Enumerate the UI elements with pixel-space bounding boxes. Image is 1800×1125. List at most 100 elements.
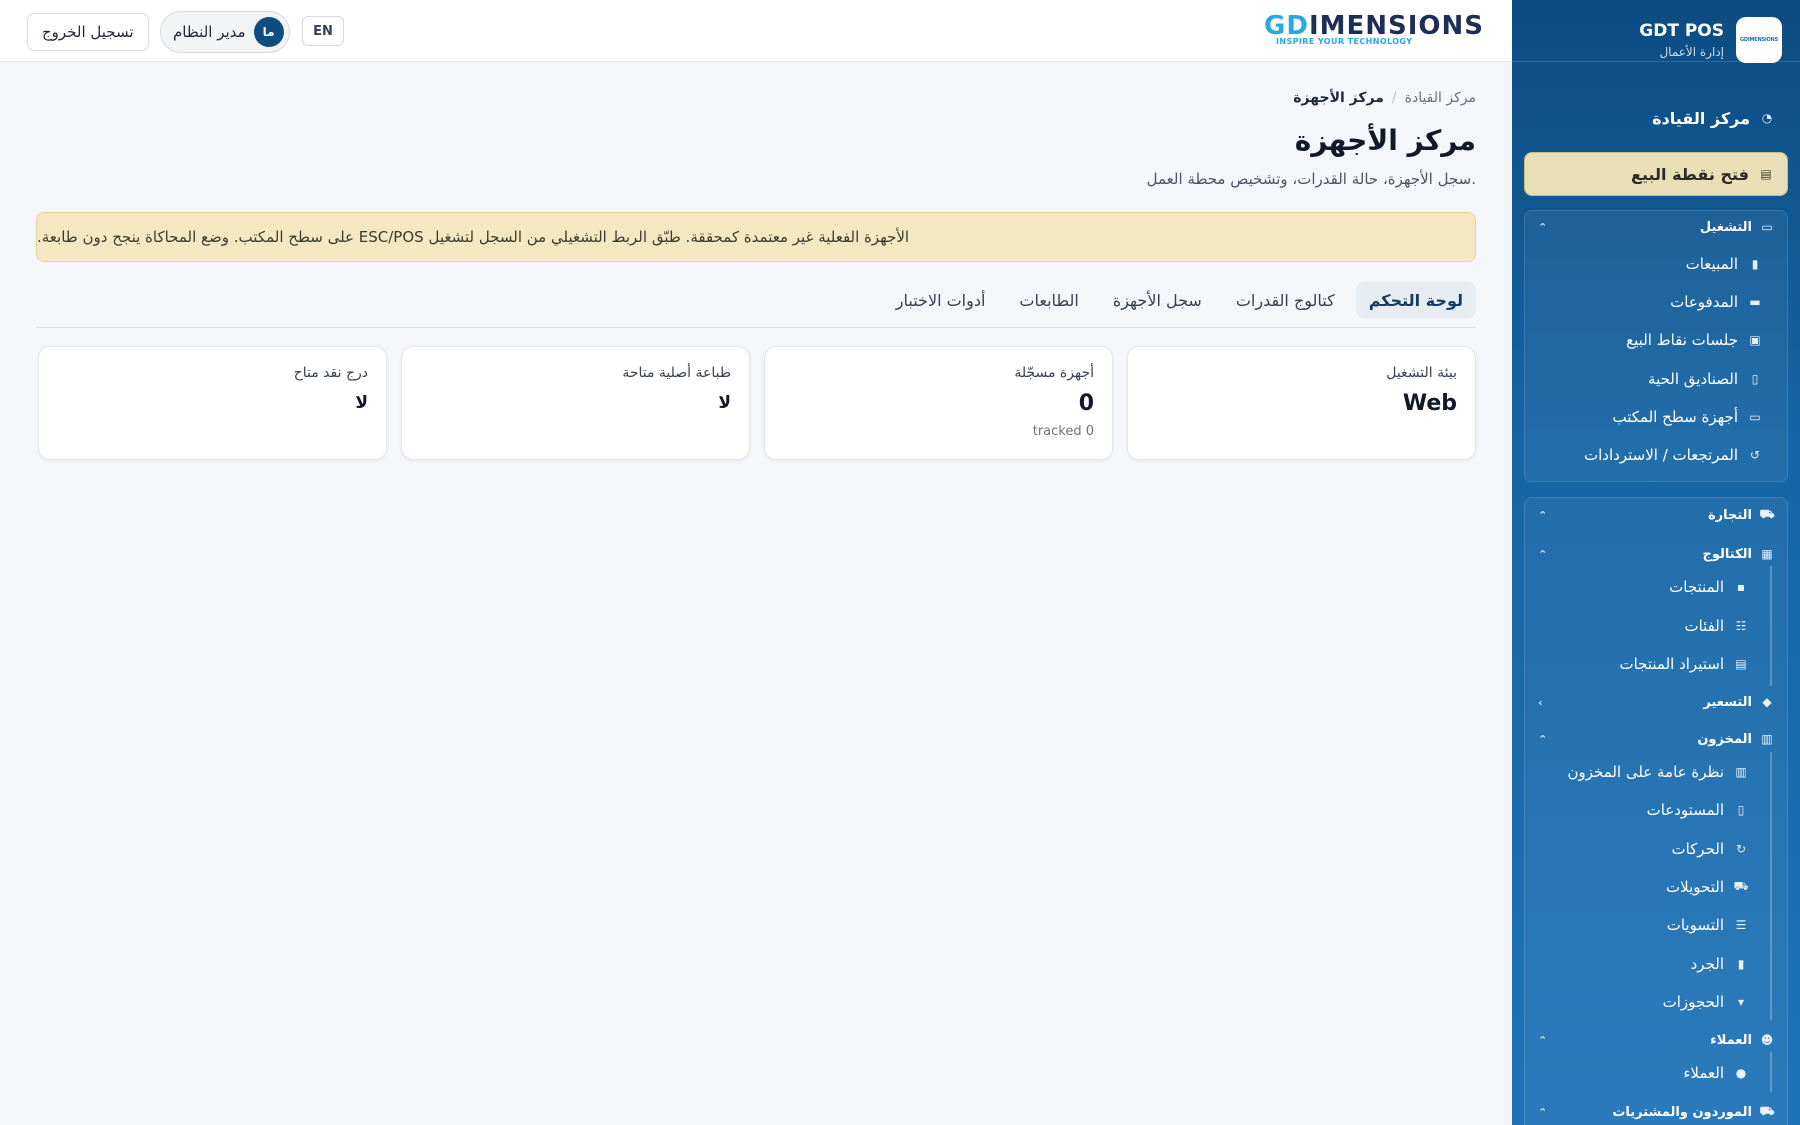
tab-capabilities-catalog[interactable]: كتالوج القدرات <box>1223 282 1348 318</box>
stat-card-native-printing: طباعة أصلية متاحة لا <box>401 346 750 460</box>
stat-label: بيئة التشغيل <box>1386 365 1457 381</box>
sidebar-item-returns[interactable]: ↺ المرتجعات / الاستردادات <box>1524 440 1788 470</box>
chevron-up-icon: ⌃ <box>1538 1105 1548 1119</box>
tablet-icon: ▯ <box>1751 372 1759 386</box>
group-header-suppliers[interactable]: ⛟ الموردون والمشتريات ⌃ <box>1524 1099 1788 1125</box>
brand-title: GDT POS <box>1639 21 1724 41</box>
sidebar-item-payments[interactable]: ▬ المدفوعات <box>1524 287 1788 317</box>
sidebar-item-products[interactable]: ▪ المنتجات <box>1524 572 1788 602</box>
sidebar-item-label: مركز القيادة <box>1652 108 1750 128</box>
alert-text: الأجهزة الفعلية غير معتمدة كمحققة. طبّق … <box>37 228 910 246</box>
sidebar-item-label: جلسات نقاط البيع <box>1626 331 1738 349</box>
register-icon: ▤ <box>1760 167 1772 181</box>
sidebar-item-import-products[interactable]: ▤ استيراد المنتجات <box>1524 649 1788 679</box>
stat-value: لا <box>718 393 731 413</box>
drawer-icon: ▭ <box>1761 220 1773 234</box>
stat-value: 0 <box>1078 391 1094 416</box>
sidebar-item-pos-sessions[interactable]: ▣ جلسات نقاط البيع <box>1524 325 1788 355</box>
group-label: الموردون والمشتريات <box>1612 1104 1752 1120</box>
user-name: مدير النظام <box>173 23 246 41</box>
sidebar-item-desktop-devices[interactable]: ▭ أجهزة سطح المكتب <box>1524 402 1788 432</box>
sidebar-item-reservations[interactable]: ▾ الحجوزات <box>1524 987 1788 1017</box>
sidebar-item-label: المنتجات <box>1669 578 1724 596</box>
sidebar-item-label: التسويات <box>1666 916 1724 934</box>
language-toggle[interactable]: EN <box>302 16 344 46</box>
sliders-icon: ☰ <box>1735 918 1747 932</box>
sidebar-item-label: الحركات <box>1671 840 1724 858</box>
sidebar-item-transfers[interactable]: ⛟ التحويلات <box>1524 872 1788 902</box>
gauge-icon: ◔ <box>1761 111 1773 125</box>
sidebar-item-label: التحويلات <box>1666 878 1724 896</box>
sidebar-item-label: المستودعات <box>1646 801 1724 819</box>
truck-icon: ⛟ <box>1733 879 1749 893</box>
bookmark-icon: ▾ <box>1737 995 1745 1009</box>
stat-note: tracked 0 <box>1032 424 1094 439</box>
group-header-commerce[interactable]: ⛟ التجارة ⌃ <box>1524 502 1788 528</box>
page-subtitle: سجل الأجهزة، حالة القدرات، وتشخيص محطة ا… <box>1146 170 1476 188</box>
chevron-up-icon: ⌃ <box>1538 547 1548 561</box>
sidebar-item-adjustments[interactable]: ☰ التسويات <box>1524 910 1788 940</box>
group-header-catalog[interactable]: ▦ الكتالوج ⌃ <box>1524 541 1788 567</box>
breadcrumb-root[interactable]: مركز القيادة <box>1405 90 1476 106</box>
sidebar-item-sales[interactable]: ▮ المبيعات <box>1524 249 1788 279</box>
breadcrumb-separator: / <box>1391 90 1397 106</box>
sidebar-brand: GDIMENSIONS GDT POS إدارة الأعمال <box>1512 0 1800 63</box>
group-header-operations[interactable]: ▭ التشغيل ⌃ <box>1524 214 1788 240</box>
logo-tagline: INSPIRE YOUR TECHNOLOGY <box>1276 37 1413 46</box>
card-icon: ▬ <box>1749 295 1761 309</box>
boxes-icon: ▦ <box>1761 547 1773 561</box>
sidebar-item-label: العملاء <box>1683 1064 1724 1082</box>
sidebar-item-label: المدفوعات <box>1670 293 1738 311</box>
tab-dashboard[interactable]: لوحة التحكم <box>1355 282 1476 318</box>
page-title: مركز الأجهزة <box>1294 124 1476 157</box>
users-icon: ☻ <box>1760 1033 1774 1047</box>
truck-icon: ⛟ <box>1759 1104 1775 1118</box>
open-pos-label: فتح نقطة البيع <box>1631 164 1749 184</box>
group-header-inventory[interactable]: ▥ المخزون ⌃ <box>1524 726 1788 752</box>
sidebar-item-categories[interactable]: ☷ الفئات <box>1524 611 1788 641</box>
group-label: المخزون <box>1697 731 1752 747</box>
sidebar-item-inventory-overview[interactable]: ▥ نظرة عامة على المخزون <box>1524 757 1788 787</box>
logout-button[interactable]: تسجيل الخروج <box>27 13 149 51</box>
tab-bar: لوحة التحكم كتالوج القدرات سجل الأجهزة ا… <box>36 282 1476 328</box>
stat-card-runtime: بيئة التشغيل Web <box>1127 346 1476 460</box>
group-label: الكتالوج <box>1702 546 1753 562</box>
warehouse-icon: ▥ <box>1761 732 1773 746</box>
file-import-icon: ▤ <box>1735 657 1747 671</box>
undo-icon: ↺ <box>1749 448 1761 462</box>
warning-alert: الأجهزة الفعلية غير معتمدة كمحققة. طبّق … <box>36 212 1476 262</box>
avatar: ما <box>253 17 284 47</box>
stat-value: Web <box>1402 391 1457 416</box>
sidebar: GDIMENSIONS GDT POS إدارة الأعمال ◔ مركز… <box>1512 0 1800 1125</box>
cash-icon: ▣ <box>1749 333 1761 347</box>
sidebar-item-label: المرتجعات / الاستردادات <box>1584 446 1738 464</box>
receipt-icon: ▮ <box>1751 257 1759 271</box>
user-menu[interactable]: ما مدير النظام <box>160 11 290 53</box>
sidebar-item-live-tills[interactable]: ▯ الصناديق الحية <box>1524 364 1788 394</box>
sidebar-item-warehouses[interactable]: ▯ المستودعات <box>1524 795 1788 825</box>
group-header-pricing[interactable]: ◆ التسعير ‹ <box>1524 689 1788 715</box>
sidebar-item-stocktake[interactable]: ▮ الجرد <box>1524 949 1788 979</box>
open-pos-button[interactable]: ▤ فتح نقطة البيع <box>1524 152 1788 196</box>
group-header-customers[interactable]: ☻ العملاء ⌃ <box>1524 1027 1788 1053</box>
sidebar-item-movements[interactable]: ↻ الحركات <box>1524 834 1788 864</box>
tab-printers[interactable]: الطابعات <box>1006 282 1091 318</box>
stat-card-registered-devices: أجهزة مسجّلة 0 tracked 0 <box>764 346 1113 460</box>
monitor-icon: ▭ <box>1749 410 1761 424</box>
tags-icon: ◆ <box>1762 695 1772 709</box>
tab-test-tools[interactable]: أدوات الاختبار <box>883 282 999 318</box>
group-label: التشغيل <box>1699 219 1752 235</box>
stat-label: أجهزة مسجّلة <box>1014 365 1094 381</box>
stats-cards: بيئة التشغيل Web أجهزة مسجّلة 0 tracked … <box>36 346 1476 460</box>
breadcrumb-current: مركز الأجهزة <box>1293 90 1384 106</box>
sidebar-item-label: الفئات <box>1684 617 1724 635</box>
sidebar-item-label: استيراد المنتجات <box>1619 655 1724 673</box>
group-label: التسعير <box>1703 694 1752 710</box>
brand-logo-text: GDIMENSIONS <box>1740 37 1778 43</box>
tab-device-registry[interactable]: سجل الأجهزة <box>1100 282 1215 318</box>
sidebar-item-customers[interactable]: ● العملاء <box>1524 1058 1788 1088</box>
sidebar-item-dashboard[interactable]: ◔ مركز القيادة <box>1534 104 1774 132</box>
sidebar-item-label: الصناديق الحية <box>1648 370 1738 388</box>
group-label: التجارة <box>1707 507 1752 523</box>
sidebar-item-label: نظرة عامة على المخزون <box>1567 763 1724 781</box>
